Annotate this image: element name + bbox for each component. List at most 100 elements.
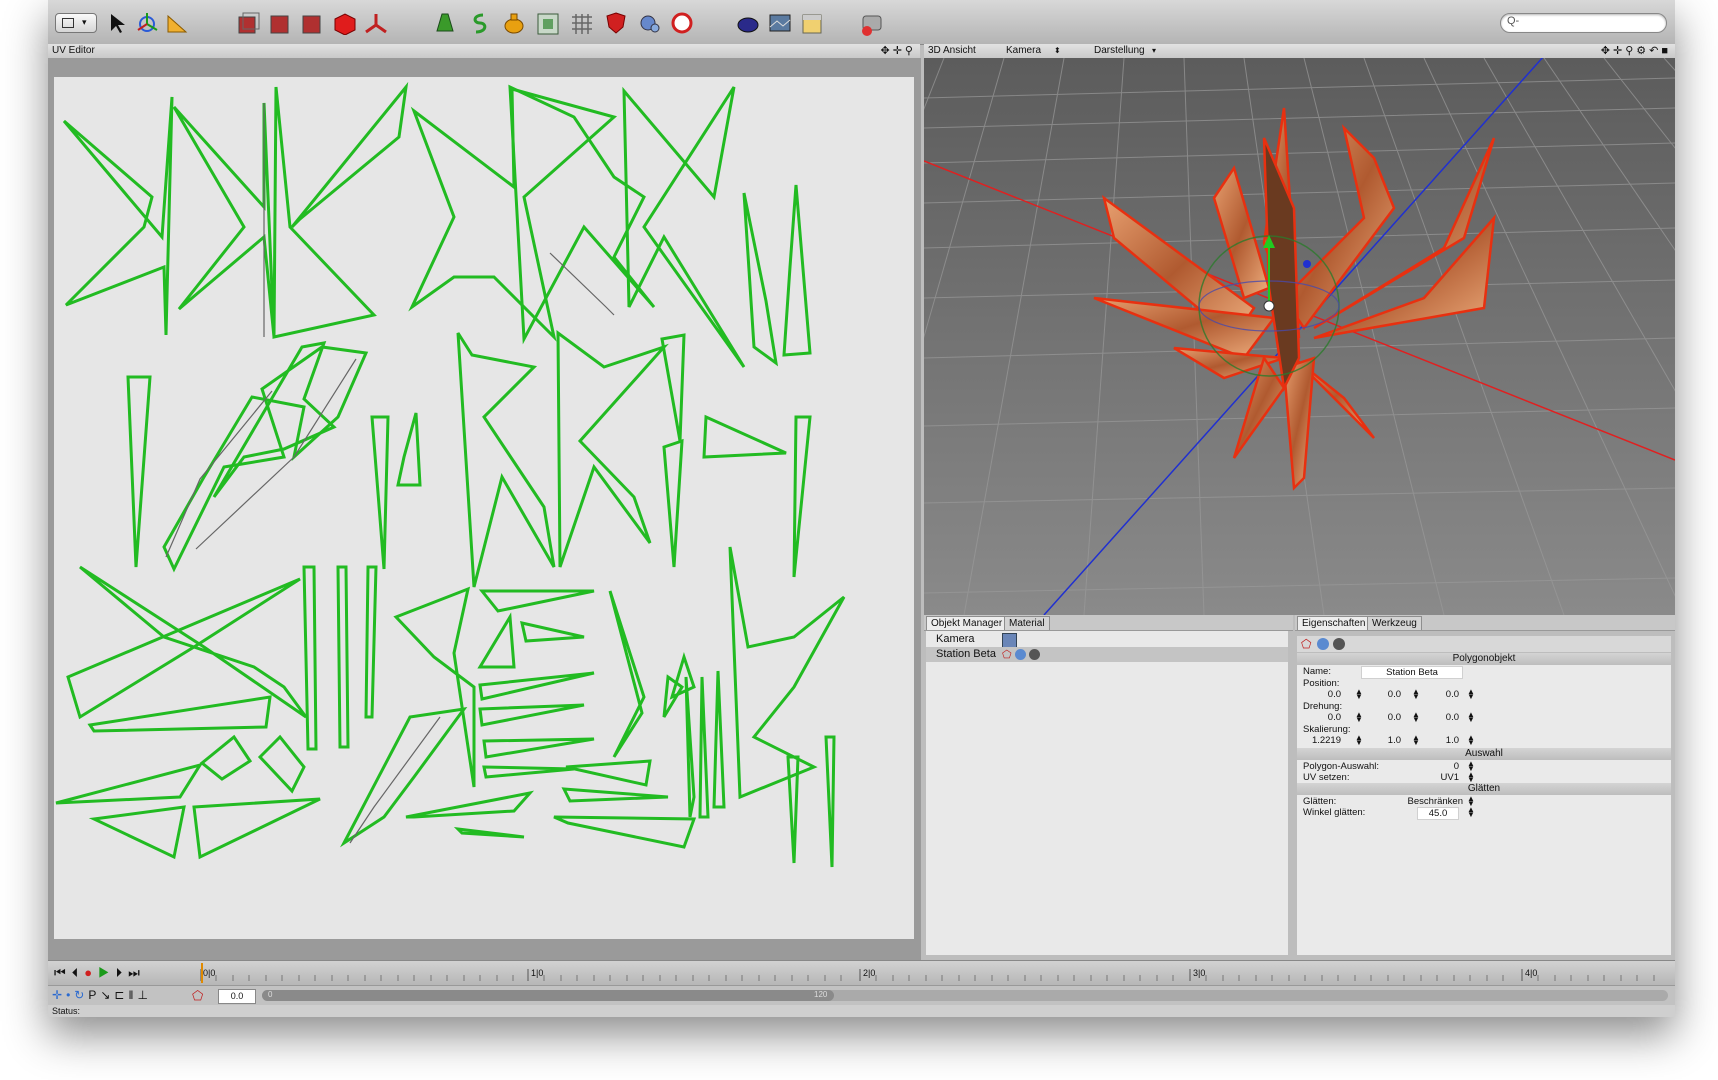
status-label: Status: xyxy=(52,1006,81,1016)
tab-tool[interactable]: Werkzeug xyxy=(1367,616,1422,630)
scale-x-field[interactable]: 1.2219 xyxy=(1301,735,1341,746)
uv-editor-header: UV Editor ✥✛⚲ xyxy=(48,44,920,59)
name-field[interactable]: Station Beta xyxy=(1361,666,1463,679)
uv-set-field[interactable]: UV1 xyxy=(1419,772,1459,783)
goto-start-icon[interactable]: ⏮ xyxy=(54,965,72,980)
uv-tag-icon[interactable] xyxy=(1317,638,1329,650)
uv-island xyxy=(162,345,369,573)
tag-strip: ⬠ xyxy=(1297,636,1671,652)
teapot-icon[interactable] xyxy=(734,9,762,37)
cube-move-icon[interactable] xyxy=(266,9,294,37)
frame-range-track[interactable]: 0 120 xyxy=(262,990,1668,1001)
sphere-icon[interactable] xyxy=(668,9,696,37)
tab-properties[interactable]: Eigenschaften xyxy=(1297,616,1371,630)
view-nav-icons[interactable]: ✥✛⚲⚙↶■ xyxy=(1601,44,1671,58)
tab-object-manager[interactable]: Objekt Manager xyxy=(926,616,1008,630)
search-input[interactable]: Q- xyxy=(1500,13,1667,33)
cube-rotate-icon[interactable] xyxy=(298,9,326,37)
magnet-tool-icon[interactable]: ⊥ xyxy=(137,988,151,1002)
display-menu[interactable]: Darstellung xyxy=(1094,44,1145,58)
stepper-icon[interactable]: ▲ ▼ xyxy=(1467,771,1475,784)
layout-button[interactable]: ▾ xyxy=(55,13,97,33)
stepper-icon[interactable]: ▲ ▼ xyxy=(1467,806,1475,819)
tick-label: 2|0 xyxy=(863,968,876,978)
polygon-mode-icon[interactable]: ⬠ xyxy=(192,988,203,1004)
pen-tool-icon[interactable]: P xyxy=(88,988,100,1002)
smooth-label: Glätten: xyxy=(1303,796,1337,807)
play-icon[interactable]: ▶ xyxy=(98,965,116,980)
box-icon[interactable] xyxy=(534,9,562,37)
uv-island xyxy=(669,652,696,700)
frame-range-slider[interactable] xyxy=(262,990,834,1001)
viewport-3d[interactable] xyxy=(924,58,1675,615)
axis-icon[interactable] xyxy=(362,9,390,37)
move-icon[interactable] xyxy=(134,9,162,37)
uv-island xyxy=(561,787,669,803)
panel-nav-icons[interactable]: ✥✛⚲ xyxy=(881,44,917,58)
rotation-h-field[interactable]: 0.0 xyxy=(1301,712,1341,723)
smooth-tag-icon[interactable] xyxy=(1333,638,1345,650)
smooth-select[interactable]: Beschränken xyxy=(1397,796,1463,807)
uv-island xyxy=(478,703,585,727)
uv-island xyxy=(172,102,276,338)
position-z-field[interactable]: 0.0 xyxy=(1419,689,1459,700)
uv-tag-icon[interactable] xyxy=(1015,649,1026,660)
uv-island xyxy=(336,565,350,749)
tab-material[interactable]: Material xyxy=(1004,616,1050,630)
scale-z-field[interactable]: 1.0 xyxy=(1419,735,1459,746)
poly-select-field[interactable]: 0 xyxy=(1419,761,1459,772)
section-glaetten: Glätten xyxy=(1297,783,1671,795)
uv-canvas[interactable] xyxy=(54,77,914,939)
smooth-tag-icon[interactable] xyxy=(1029,649,1040,660)
step-back-icon[interactable]: ⏴ xyxy=(72,965,85,980)
stepper-icon[interactable]: ▲ ▼ xyxy=(1467,711,1475,724)
list-item[interactable]: Station Beta ⬠ xyxy=(926,647,1288,662)
polygon-tag-icon[interactable]: ⬠ xyxy=(1301,637,1311,651)
camera-menu[interactable]: Kamera xyxy=(1006,44,1041,58)
smooth-angle-field[interactable]: 45.0 xyxy=(1417,807,1459,820)
camera-icon[interactable] xyxy=(636,9,664,37)
stepper-icon[interactable]: ▲ ▼ xyxy=(1467,688,1475,701)
move-tool-icon[interactable]: ✛ xyxy=(52,988,66,1002)
uv-island xyxy=(482,765,575,779)
scene-icon[interactable] xyxy=(798,9,826,37)
spline-icon[interactable] xyxy=(466,9,494,37)
uv-island xyxy=(290,81,409,229)
uv-island xyxy=(556,330,669,568)
red-cube-icon[interactable] xyxy=(330,9,358,37)
pointer-icon[interactable] xyxy=(104,9,132,37)
record-icon[interactable]: ● xyxy=(84,965,98,980)
current-frame-field[interactable]: 0.0 xyxy=(218,989,256,1004)
list-item[interactable]: Kamera xyxy=(926,632,1288,648)
cube-select-icon[interactable] xyxy=(234,9,262,37)
rotation-label: Drehung: xyxy=(1303,701,1343,712)
uv-island xyxy=(456,332,556,588)
step-forward-icon[interactable]: ⏵ xyxy=(116,965,129,980)
uv-editor-panel[interactable] xyxy=(48,58,921,960)
shape-icon[interactable] xyxy=(432,9,460,37)
knife-tool-icon[interactable]: ↘ xyxy=(100,988,114,1002)
vase-icon[interactable] xyxy=(500,9,528,37)
position-y-field[interactable]: 0.0 xyxy=(1361,689,1401,700)
time-ruler[interactable]: 0|0 1|0 2|0 3|0 4|0 xyxy=(199,963,1670,983)
shield-icon[interactable] xyxy=(602,9,630,37)
goto-end-icon[interactable]: ⏭ xyxy=(128,965,146,980)
picture-icon[interactable] xyxy=(766,9,794,37)
scale-y-field[interactable]: 1.0 xyxy=(1361,735,1401,746)
ruler-icon[interactable] xyxy=(164,9,192,37)
grid-icon[interactable] xyxy=(568,9,596,37)
position-x-field[interactable]: 0.0 xyxy=(1301,689,1341,700)
rotation-p-field[interactable]: 0.0 xyxy=(1361,712,1401,723)
rotation-b-field[interactable]: 0.0 xyxy=(1419,712,1459,723)
polygon-tag-icon[interactable]: ⬠ xyxy=(1002,648,1012,663)
object-list[interactable]: Kamera Station Beta ⬠ xyxy=(926,631,1288,955)
uv-island xyxy=(62,96,174,336)
stepper-icon[interactable]: ▲ ▼ xyxy=(1467,734,1475,747)
status-bar: Status: xyxy=(48,1005,1675,1017)
uv-island xyxy=(192,797,321,860)
render-icon[interactable] xyxy=(858,9,886,37)
rotate-tool-icon[interactable]: ↻ xyxy=(74,988,88,1002)
uv-island xyxy=(364,565,378,719)
camera-tag-icon[interactable] xyxy=(1002,633,1017,648)
bevel-tool-icon[interactable]: ⊏ xyxy=(114,988,128,1002)
